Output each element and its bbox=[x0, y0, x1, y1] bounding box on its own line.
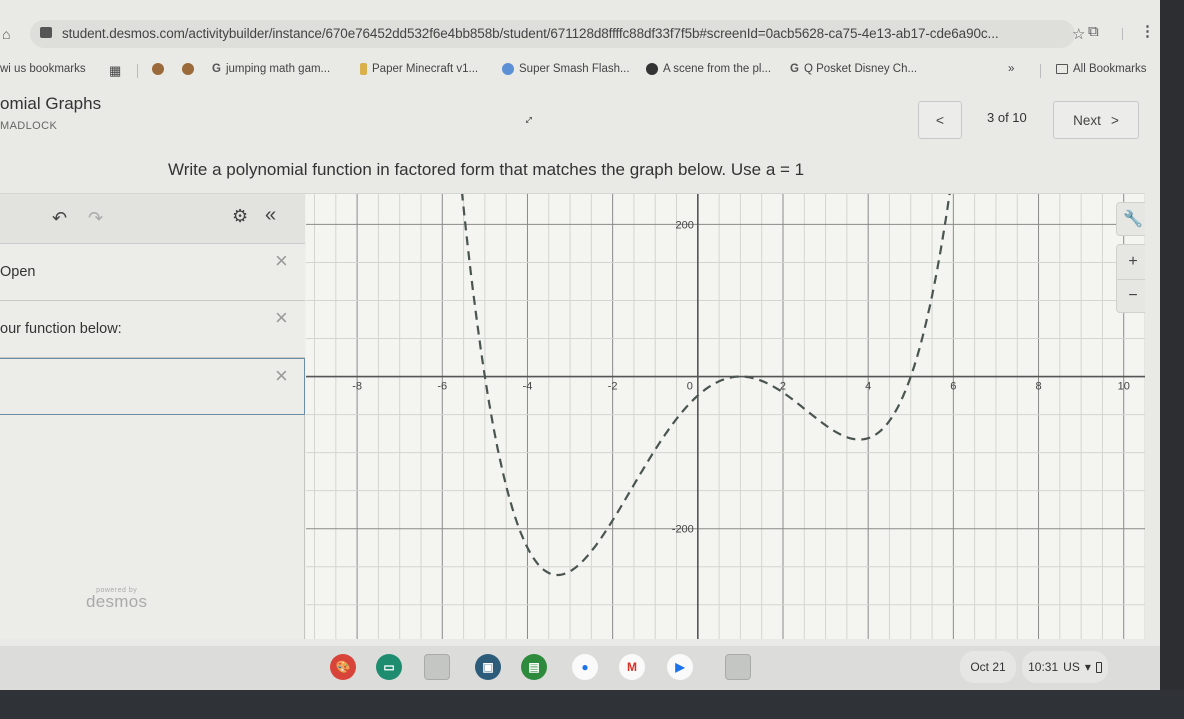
delete-expression-icon[interactable]: × bbox=[275, 363, 288, 389]
blank-app-icon[interactable] bbox=[424, 654, 450, 680]
date-tray[interactable]: Oct 21 bbox=[960, 651, 1016, 683]
divider bbox=[137, 64, 138, 78]
x-tick-label: -6 bbox=[437, 381, 447, 393]
blank-app-icon-2[interactable] bbox=[725, 654, 751, 680]
x-tick-label: 10 bbox=[1118, 381, 1130, 393]
extensions-icon[interactable]: ⧉ bbox=[1088, 23, 1099, 40]
desmos-logo: desmos bbox=[86, 592, 148, 611]
google-icon: G bbox=[212, 63, 221, 75]
chevron-right-icon: > bbox=[1110, 112, 1119, 128]
expression-list: ↶ ↷ ⚙ « Open × our function below: × × p… bbox=[0, 194, 305, 639]
kebab-menu-icon[interactable]: ⋮ bbox=[1140, 22, 1155, 40]
student-app-icon[interactable]: ▣ bbox=[475, 654, 501, 680]
zoom-out-button[interactable]: − bbox=[1116, 279, 1145, 313]
shield-icon bbox=[502, 63, 514, 75]
home-icon[interactable]: ⌂ bbox=[2, 26, 10, 42]
avatar-icon bbox=[182, 63, 194, 75]
bookmark-super-smash[interactable]: Super Smash Flash... bbox=[502, 63, 630, 75]
globe-icon bbox=[646, 63, 658, 75]
bookmark-scene[interactable]: A scene from the pl... bbox=[646, 63, 771, 75]
x-tick-label: 6 bbox=[950, 381, 956, 393]
canvas-app-icon[interactable]: 🎨 bbox=[330, 654, 356, 680]
student-name: MADLOCK bbox=[0, 120, 58, 132]
question-prompt: Write a polynomial function in factored … bbox=[168, 160, 805, 179]
x-tick-label: -4 bbox=[523, 381, 533, 393]
activity-title: omial Graphs bbox=[0, 94, 102, 113]
bookmark-paper-minecraft[interactable]: Paper Minecraft v1... bbox=[360, 63, 478, 75]
bookmark-wi-us[interactable]: wi us bookmarks bbox=[0, 63, 86, 75]
page-indicator: 3 of 10 bbox=[987, 110, 1027, 125]
collapse-panel-icon[interactable]: « bbox=[265, 204, 276, 227]
minus-icon: − bbox=[1128, 287, 1138, 304]
bookmark-star-icon[interactable]: ☆ bbox=[1072, 25, 1085, 43]
expression-note: our function below: bbox=[0, 321, 122, 337]
divider bbox=[1040, 64, 1041, 78]
google-classroom-icon[interactable]: ▤ bbox=[521, 654, 547, 680]
screen-bezel bbox=[0, 690, 1184, 719]
gear-icon[interactable]: ⚙ bbox=[232, 206, 248, 227]
next-screen-button[interactable]: Next > bbox=[1053, 101, 1139, 139]
classroom-screen-icon[interactable]: ▭ bbox=[376, 654, 402, 680]
expand-icon[interactable]: ↔ bbox=[516, 107, 537, 128]
expression-toolbar: ↶ ↷ ⚙ « bbox=[0, 194, 305, 244]
plus-icon: + bbox=[1128, 253, 1138, 270]
x-tick-label: 2 bbox=[780, 381, 786, 393]
wifi-icon: ▾ bbox=[1084, 660, 1091, 674]
screen-bezel bbox=[1160, 0, 1184, 719]
expression-input[interactable]: × bbox=[0, 358, 305, 415]
bookmarks-overflow-button[interactable]: » bbox=[1008, 63, 1014, 75]
clock: 10:31 bbox=[1028, 660, 1059, 674]
graph-settings-button[interactable]: 🔧 bbox=[1116, 202, 1145, 236]
redo-icon[interactable]: ↷ bbox=[88, 208, 103, 229]
chrome-icon[interactable]: ● bbox=[572, 654, 598, 680]
bookmarks-bar: wi us bookmarks ▦ Gjumping math gam... P… bbox=[0, 60, 1160, 82]
chromeos-shelf: 🎨 ▭ ▣ ▤ ● M ▶ Oct 21 10:31 US ▾ bbox=[0, 646, 1160, 690]
graph-paper[interactable]: -8 -6 -4 -2 0 2 4 6 8 10 200 -200 🔧 + − bbox=[306, 194, 1145, 639]
screen: ⌂ student.desmos.com/activitybuilder/ins… bbox=[0, 0, 1160, 690]
play-store-icon[interactable]: ▶ bbox=[667, 654, 693, 680]
folder-icon bbox=[1056, 64, 1068, 74]
expression-item[interactable]: our function below: × bbox=[0, 301, 305, 358]
url-text[interactable]: student.desmos.com/activitybuilder/insta… bbox=[62, 26, 999, 41]
google-icon: G bbox=[790, 63, 799, 75]
bookmark-avatar-1[interactable] bbox=[152, 63, 164, 75]
site-info-icon[interactable] bbox=[40, 27, 52, 38]
activity-header: omial Graphs MADLOCK ↔ < 3 of 10 Next > bbox=[0, 88, 1160, 148]
bookmark-favicon bbox=[360, 63, 367, 75]
powered-by-desmos: powered by desmos bbox=[86, 587, 147, 612]
expression-note: Open bbox=[0, 264, 36, 280]
graph-svg: -8 -6 -4 -2 0 2 4 6 8 10 200 -200 bbox=[306, 194, 1145, 639]
battery-icon bbox=[1095, 661, 1102, 673]
bookmark-jumping-math[interactable]: Gjumping math gam... bbox=[212, 63, 330, 75]
status-tray[interactable]: 10:31 US ▾ bbox=[1022, 651, 1108, 683]
delete-expression-icon[interactable]: × bbox=[275, 248, 288, 274]
divider bbox=[1122, 28, 1123, 40]
x-tick-label: 8 bbox=[1035, 381, 1041, 393]
bookmark-avatar-2[interactable] bbox=[182, 63, 194, 75]
x-tick-label: 0 bbox=[687, 381, 693, 393]
gmail-icon[interactable]: M bbox=[619, 654, 645, 680]
bookmark-qposket[interactable]: GQ Posket Disney Ch... bbox=[790, 63, 917, 75]
delete-expression-icon[interactable]: × bbox=[275, 305, 288, 331]
all-bookmarks-button[interactable]: All Bookmarks bbox=[1056, 63, 1147, 75]
zoom-in-button[interactable]: + bbox=[1116, 244, 1145, 280]
wrench-icon: 🔧 bbox=[1123, 211, 1143, 228]
avatar-icon bbox=[152, 63, 164, 75]
undo-icon[interactable]: ↶ bbox=[52, 208, 67, 229]
x-tick-label: -2 bbox=[608, 381, 618, 393]
omnibox[interactable]: student.desmos.com/activitybuilder/insta… bbox=[30, 20, 1085, 48]
address-bar-row: ⌂ student.desmos.com/activitybuilder/ins… bbox=[0, 18, 1160, 48]
y-tick-label: -200 bbox=[672, 524, 694, 536]
expression-item[interactable]: Open × bbox=[0, 244, 305, 301]
x-tick-label: 4 bbox=[865, 381, 871, 393]
apps-grid-icon[interactable]: ▦ bbox=[109, 63, 121, 79]
desmos-calculator: ↶ ↷ ⚙ « Open × our function below: × × p… bbox=[0, 193, 1145, 639]
x-tick-label: -8 bbox=[352, 381, 362, 393]
y-tick-label: 200 bbox=[675, 219, 693, 231]
next-label: Next bbox=[1073, 112, 1101, 128]
locale: US bbox=[1063, 660, 1080, 674]
previous-screen-button[interactable]: < bbox=[918, 101, 962, 139]
